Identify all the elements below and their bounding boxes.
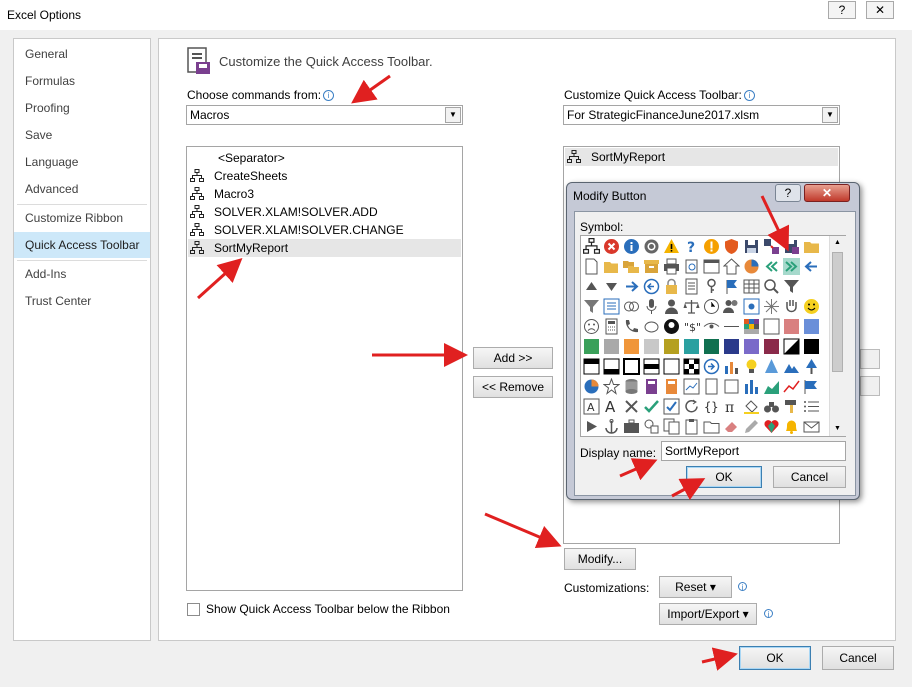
annotation-arrow-icon (671, 478, 706, 501)
annotation-arrow-icon (760, 195, 790, 252)
annotation-arrow-icon (484, 512, 562, 549)
annotation-arrow-icon (701, 647, 738, 671)
annotation-arrows (196, 74, 790, 671)
annotation-arrow-icon (351, 74, 391, 104)
annotation-arrow-icon (196, 257, 243, 300)
annotation-arrow-icon (619, 458, 658, 481)
